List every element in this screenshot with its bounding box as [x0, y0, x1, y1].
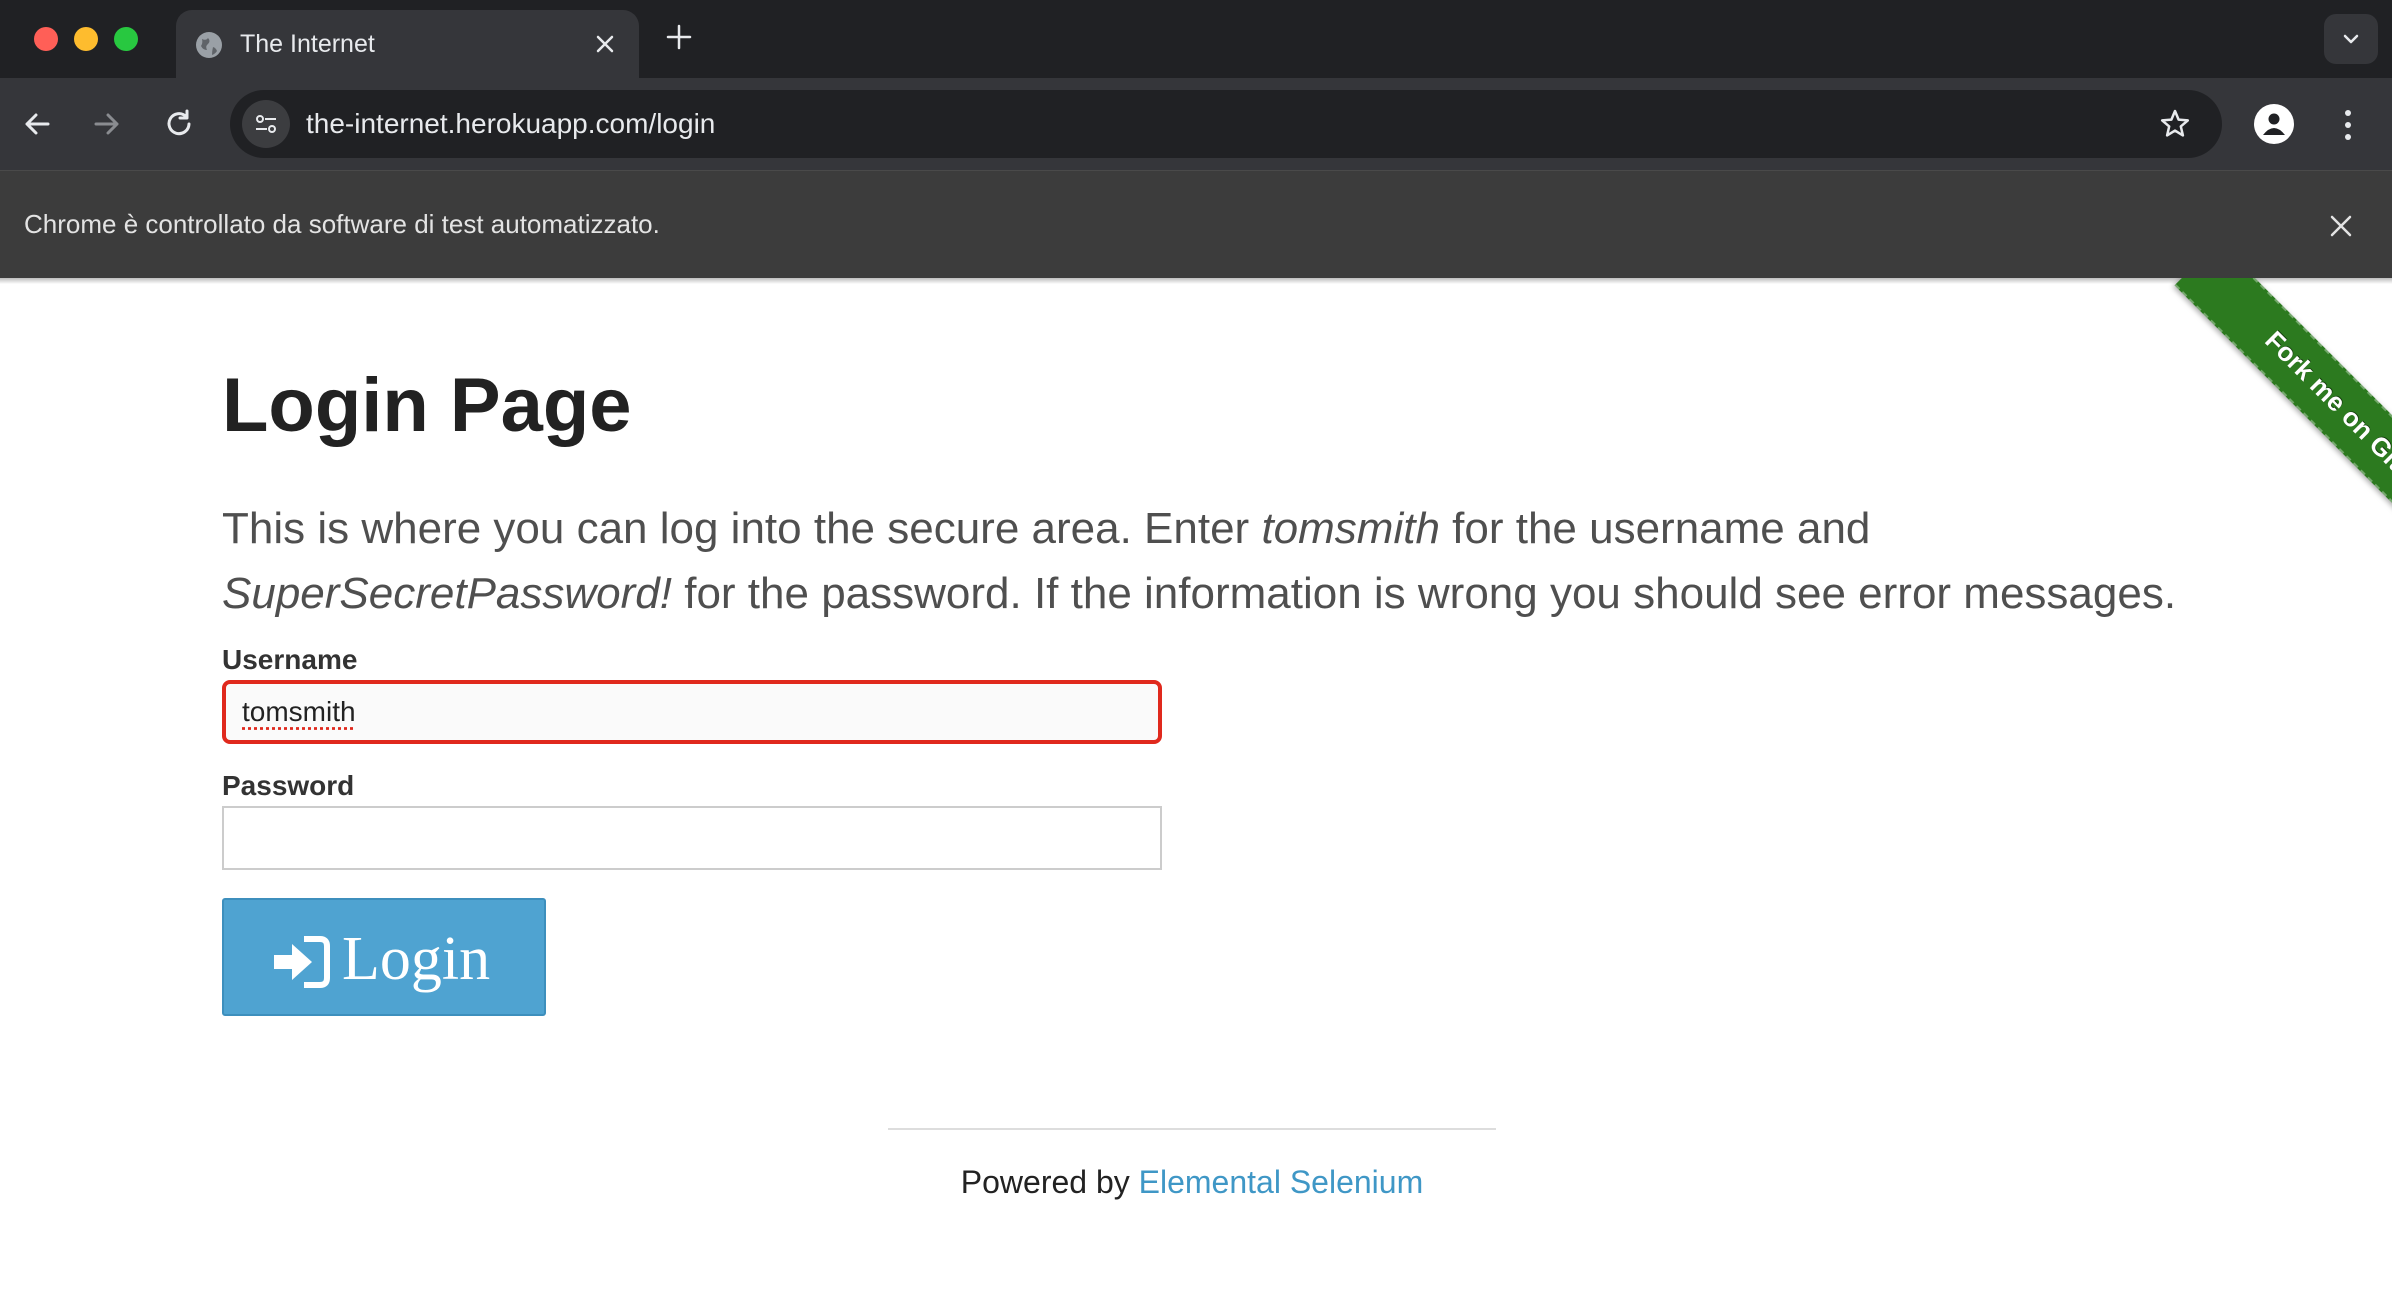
- globe-icon: [196, 32, 222, 58]
- page-instructions: This is where you can log into the secur…: [222, 496, 2202, 626]
- instructions-part-3: for the password. If the information is …: [672, 569, 2177, 618]
- sign-in-icon: [274, 936, 330, 988]
- address-bar[interactable]: the-internet.herokuapp.com/login: [230, 90, 2222, 158]
- password-input[interactable]: [222, 806, 1162, 870]
- password-label: Password: [222, 770, 355, 801]
- username-input[interactable]: tomsmith: [222, 680, 1162, 744]
- username-value: tomsmith: [242, 696, 356, 727]
- elemental-selenium-link[interactable]: Elemental Selenium: [1139, 1164, 1424, 1200]
- login-button[interactable]: Login: [222, 898, 546, 1016]
- automation-infobar: Chrome è controllato da software di test…: [0, 170, 2392, 278]
- close-tab-icon[interactable]: [594, 33, 616, 55]
- tab-strip: The Internet: [0, 0, 2392, 78]
- username-label: Username: [222, 644, 358, 675]
- login-button-label: Login: [342, 925, 491, 993]
- profile-avatar[interactable]: [2254, 104, 2294, 144]
- minimize-window-button[interactable]: [74, 27, 98, 51]
- footer: Powered by Elemental Selenium: [0, 1164, 2384, 1201]
- footer-divider: [888, 1128, 1496, 1130]
- back-arrow-icon[interactable]: [18, 105, 56, 143]
- instructions-part-1: This is where you can log into the secur…: [222, 504, 1262, 553]
- person-icon: [2263, 113, 2285, 135]
- infobar-text: Chrome è controllato da software di test…: [24, 209, 660, 239]
- site-info-button[interactable]: [242, 100, 290, 148]
- reload-icon[interactable]: [160, 105, 198, 143]
- footer-prefix: Powered by: [960, 1164, 1139, 1200]
- page-content: Fork me on GitHub Login Page This is whe…: [0, 278, 2392, 1314]
- tab-the-internet[interactable]: The Internet: [176, 10, 639, 78]
- chevron-down-icon: [2343, 34, 2359, 44]
- tab-search-button[interactable]: [2324, 14, 2378, 64]
- password-hint: SuperSecretPassword!: [222, 569, 672, 618]
- bookmark-star-icon[interactable]: [2158, 107, 2192, 141]
- tune-icon: [256, 115, 276, 133]
- browser-toolbar: the-internet.herokuapp.com/login: [0, 78, 2392, 170]
- close-icon[interactable]: [2328, 213, 2354, 239]
- username-hint: tomsmith: [1261, 504, 1440, 553]
- new-tab-icon[interactable]: [664, 22, 694, 52]
- page-title: Login Page: [222, 363, 632, 448]
- maximize-window-button[interactable]: [114, 27, 138, 51]
- tab-title: The Internet: [240, 30, 375, 58]
- close-window-button[interactable]: [34, 27, 58, 51]
- forward-arrow-icon[interactable]: [88, 105, 126, 143]
- url-text[interactable]: the-internet.herokuapp.com/login: [306, 108, 715, 140]
- more-vert-icon[interactable]: [2338, 106, 2358, 144]
- github-ribbon-label[interactable]: Fork me on GitHub: [2174, 278, 2392, 578]
- instructions-part-2: for the username and: [1439, 504, 1871, 553]
